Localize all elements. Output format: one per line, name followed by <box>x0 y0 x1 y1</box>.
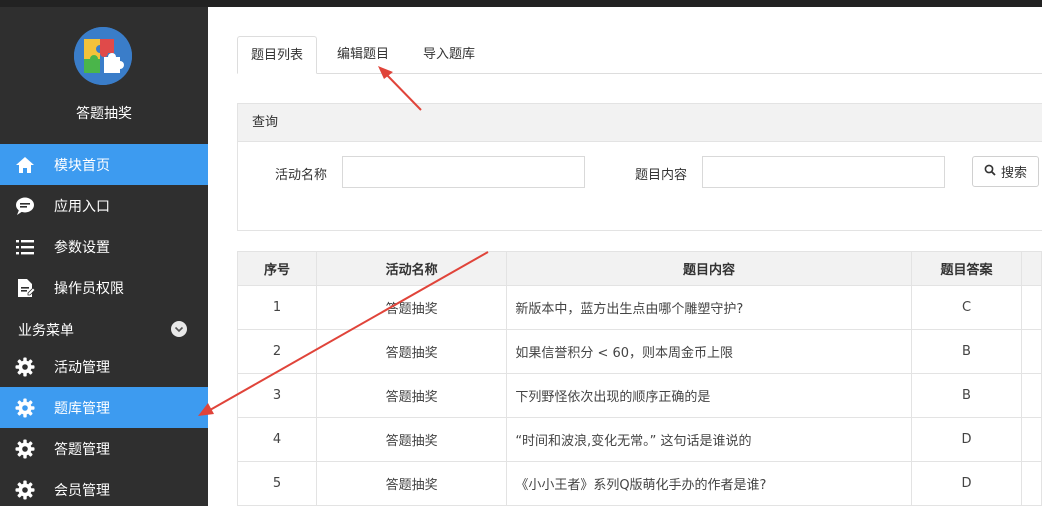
search-button[interactable]: 搜索 <box>972 156 1040 187</box>
activity-name-cell: 答题抽奖 <box>315 329 508 374</box>
answer-cell: D <box>910 417 1023 462</box>
chevron-down-icon[interactable] <box>171 321 187 337</box>
activity-name-label: 活动名称 <box>275 168 328 183</box>
sidebar-item-label: 模块首页 <box>54 157 110 174</box>
top-bar <box>0 0 1042 7</box>
table-row[interactable]: 2 答题抽奖 如果信誉积分 < 60，则本周金币上限 B <box>237 329 1042 374</box>
sidebar-group-label: 业务菜单 <box>18 323 74 339</box>
home-icon <box>14 154 36 176</box>
row-number: 1 <box>237 285 317 330</box>
column-header[interactable]: 活动名称 <box>315 251 508 286</box>
sidebar: 答题抽奖 模块首页 应用入口 参数设置 操作员权限 业务菜单 活动管理 题库管理… <box>0 7 208 506</box>
question-table: 序号 活动名称 题目内容 题目答案 1 答题抽奖 新版本中，蓝方出生点由哪个雕塑… <box>237 251 1042 506</box>
sidebar-item-operator-permissions[interactable]: 操作员权限 <box>0 267 208 308</box>
column-header-overflow <box>1021 251 1042 286</box>
sidebar-item-answer-management[interactable]: 答题管理 <box>0 428 208 469</box>
sidebar-item-label: 操作员权限 <box>54 280 124 297</box>
tab-import-bank[interactable]: 导入题库 <box>423 36 475 74</box>
query-panel: 查询 活动名称 题目内容 搜索 <box>237 103 1042 231</box>
activity-name-cell: 答题抽奖 <box>315 285 508 330</box>
table-row[interactable]: 1 答题抽奖 新版本中，蓝方出生点由哪个雕塑守护? C <box>237 285 1042 330</box>
overflow-cell <box>1021 329 1042 374</box>
sidebar-item-question-bank[interactable]: 题库管理 <box>0 387 208 428</box>
activity-name-cell: 答题抽奖 <box>315 461 508 506</box>
overflow-cell <box>1021 461 1042 506</box>
activity-name-input[interactable] <box>342 156 585 188</box>
question-content-cell: 新版本中，蓝方出生点由哪个雕塑守护? <box>506 285 912 330</box>
activity-name-cell: 答题抽奖 <box>315 417 508 462</box>
sidebar-item-label: 参数设置 <box>54 239 110 256</box>
tab-bar: 题目列表 编辑题目 导入题库 <box>237 36 1042 74</box>
overflow-cell <box>1021 417 1042 462</box>
table-row[interactable]: 4 答题抽奖 “时间和波浪,变化无常。” 这句话是谁说的 D <box>237 417 1042 462</box>
gear-icon <box>14 479 36 501</box>
sidebar-item-app-entry[interactable]: 应用入口 <box>0 185 208 226</box>
row-number: 5 <box>237 461 317 506</box>
query-panel-title: 查询 <box>238 104 1042 142</box>
puzzle-logo-icon <box>74 27 132 85</box>
column-header[interactable]: 序号 <box>237 251 317 286</box>
question-content-cell: “时间和波浪,变化无常。” 这句话是谁说的 <box>506 417 912 462</box>
tab-question-list[interactable]: 题目列表 <box>237 36 318 74</box>
main-content: 题目列表 编辑题目 导入题库 查询 活动名称 题目内容 搜索 序号 活动名称 题… <box>208 7 1042 506</box>
table-row[interactable]: 3 答题抽奖 下列野怪依次出现的顺序正确的是 B <box>237 373 1042 418</box>
sidebar-group-business-menu[interactable]: 业务菜单 <box>0 308 208 346</box>
gear-icon <box>14 397 36 419</box>
sidebar-header: 答题抽奖 <box>0 7 208 144</box>
overflow-cell <box>1021 285 1042 330</box>
activity-name-cell: 答题抽奖 <box>315 373 508 418</box>
gear-icon <box>14 356 36 378</box>
sidebar-item-label: 会员管理 <box>54 482 110 499</box>
chat-bubble-icon <box>14 195 36 217</box>
row-number: 3 <box>237 373 317 418</box>
answer-cell: B <box>910 329 1023 374</box>
sidebar-item-member-management[interactable]: 会员管理 <box>0 469 208 510</box>
column-header[interactable]: 题目答案 <box>910 251 1023 286</box>
question-content-cell: 如果信誉积分 < 60，则本周金币上限 <box>506 329 912 374</box>
sidebar-item-label: 应用入口 <box>54 198 110 215</box>
answer-cell: B <box>910 373 1023 418</box>
table-row[interactable]: 5 答题抽奖 《小小王者》系列Q版萌化手办的作者是谁? D <box>237 461 1042 506</box>
gear-icon <box>14 438 36 460</box>
app-name: 答题抽奖 <box>76 106 132 122</box>
question-content-input[interactable] <box>702 156 945 188</box>
question-content-cell: 《小小王者》系列Q版萌化手办的作者是谁? <box>506 461 912 506</box>
tab-edit-question[interactable]: 编辑题目 <box>337 36 389 74</box>
table-header-row: 序号 活动名称 题目内容 题目答案 <box>237 251 1042 286</box>
sidebar-item-param-settings[interactable]: 参数设置 <box>0 226 208 267</box>
sidebar-item-label: 答题管理 <box>54 441 110 458</box>
sidebar-item-module-home[interactable]: 模块首页 <box>0 144 208 185</box>
answer-cell: C <box>910 285 1023 330</box>
search-button-label: 搜索 <box>1001 166 1028 181</box>
sidebar-item-activity-management[interactable]: 活动管理 <box>0 346 208 387</box>
document-edit-icon <box>14 277 36 299</box>
question-content-label: 题目内容 <box>635 168 688 183</box>
search-icon <box>984 164 996 180</box>
sidebar-item-label: 题库管理 <box>54 400 110 417</box>
column-header[interactable]: 题目内容 <box>506 251 912 286</box>
row-number: 4 <box>237 417 317 462</box>
list-icon <box>14 236 36 258</box>
sidebar-item-label: 活动管理 <box>54 359 110 376</box>
row-number: 2 <box>237 329 317 374</box>
overflow-cell <box>1021 373 1042 418</box>
answer-cell: D <box>910 461 1023 506</box>
question-content-cell: 下列野怪依次出现的顺序正确的是 <box>506 373 912 418</box>
